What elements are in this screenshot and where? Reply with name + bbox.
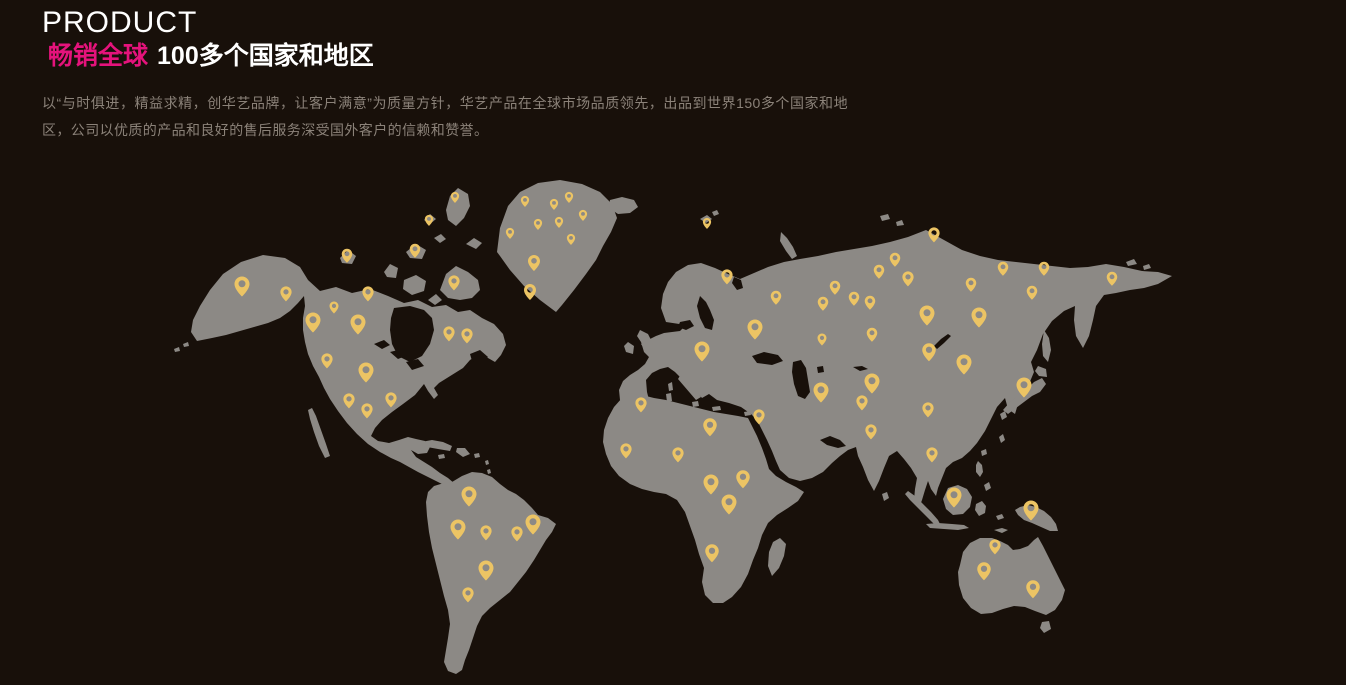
landmass-sakhalin: [1042, 330, 1051, 362]
landmass-philippines: [976, 461, 991, 491]
location-pin-icon: [703, 218, 711, 229]
landmass-british-isles: [624, 330, 655, 358]
section-subtitle: 畅销全球 100多个国家和地区: [48, 42, 848, 71]
section-header: PRODUCT 畅销全球 100多个国家和地区 以“与时俱进，精益求精，创华艺品牌…: [42, 6, 848, 144]
subtitle-highlight: 畅销全球: [48, 42, 148, 70]
world-map-landmasses: [174, 180, 1172, 674]
landmass-australia: [958, 537, 1065, 615]
location-pin-icon: [524, 284, 536, 300]
landmass-greenland: [497, 180, 617, 312]
landmass-tasmania: [1040, 621, 1051, 633]
page-background: { "page": { "background_color": "#18100a…: [0, 0, 1346, 685]
section-description: 以“与时俱进，精益求精，创华艺品牌，让客户满意”为质量方针，华艺产品在全球市场品…: [42, 90, 848, 144]
landmass-madagascar: [768, 538, 786, 576]
subtitle-rest: 100多个国家和地区: [157, 42, 374, 70]
landmass-baja: [308, 408, 330, 458]
page-title: PRODUCT: [42, 6, 848, 39]
